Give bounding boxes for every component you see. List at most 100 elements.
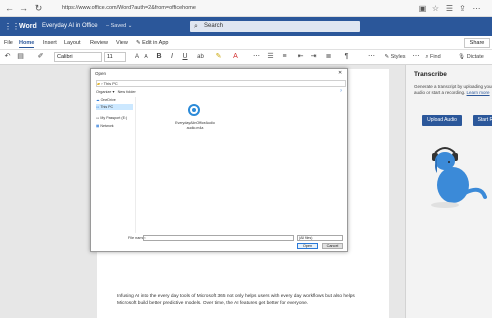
search-placeholder: Search	[204, 23, 224, 29]
increase-indent-icon[interactable]: ⇥	[309, 52, 318, 62]
sidebar-label: My Passport (E:)	[100, 116, 128, 120]
tab-review[interactable]: Review	[90, 39, 108, 47]
sidebar-label: OneDrive	[100, 98, 116, 102]
tab-file[interactable]: File	[4, 39, 13, 47]
font-size-select[interactable]: 11	[104, 52, 126, 62]
app-name[interactable]: Word	[19, 21, 37, 32]
microphone-icon: 🎙	[458, 54, 467, 60]
audio-file-icon[interactable]	[188, 104, 200, 116]
format-painter-icon[interactable]: ✐	[36, 52, 45, 62]
bullets-icon[interactable]: ☰	[266, 52, 275, 62]
sidebar-item-onedrive[interactable]: ☁ OneDrive	[96, 97, 133, 103]
more-formatting-icon[interactable]: ⋯	[252, 52, 261, 62]
file-name: EverydayAIinOfficeAudio	[175, 121, 215, 125]
font-family-select[interactable]: Calibri	[54, 52, 102, 62]
chevron-down-icon[interactable]: ⌄	[128, 23, 133, 29]
dialog-toolbar: Organize ▾ New folder ?	[96, 89, 346, 95]
hub-icon[interactable]: ☰	[444, 3, 455, 14]
word-header: ⋮⋮ Word Everyday AI in Office – Saved ⌄ …	[0, 17, 492, 36]
help-icon[interactable]: ?	[340, 89, 342, 93]
align-icon[interactable]: ≣	[324, 52, 333, 62]
tab-home[interactable]: Home	[19, 39, 35, 48]
grow-font-icon[interactable]: A	[133, 52, 141, 62]
forward-icon[interactable]: →	[18, 3, 29, 14]
learn-more-link[interactable]: Learn more	[467, 90, 490, 95]
ribbon-toolbar: ↶ ▤ ✐ Calibri 11 A A B I U ab ✎ A ⋯ ☰ ≡ …	[0, 50, 492, 65]
sidebar-item-this-pc[interactable]: ▭ This PC	[96, 104, 133, 110]
browser-toolbar: ← → ↻ https://www.office.com/Word?auth=2…	[0, 0, 492, 17]
filetype-select[interactable]: (All files)	[297, 235, 343, 241]
organize-label: Organize	[96, 90, 112, 94]
italic-icon[interactable]: I	[168, 52, 176, 62]
app-launcher-icon[interactable]: ⋮⋮	[4, 21, 20, 32]
start-recording-button[interactable]: Start Rec	[473, 115, 492, 126]
paste-icon[interactable]: ▤	[16, 52, 25, 62]
dictate-label: Dictate	[466, 54, 484, 60]
dog-headphones-illustration	[431, 147, 487, 208]
bold-icon[interactable]: B	[155, 52, 163, 62]
edit-in-app-label: Edit in App	[142, 40, 169, 46]
decrease-indent-icon[interactable]: ⇤	[296, 52, 305, 62]
paragraph-icon[interactable]: ¶	[342, 52, 351, 62]
cloud-icon: ☁	[96, 98, 100, 102]
tab-insert[interactable]: Insert	[43, 39, 57, 47]
filename-input[interactable]	[143, 235, 294, 241]
styles-label: Styles	[390, 54, 406, 60]
transcribe-pane: Transcribe Generate a transcript by uplo…	[405, 65, 492, 318]
tab-view[interactable]: View	[116, 39, 128, 47]
address-chevron-icon: ›	[101, 81, 103, 86]
file-extension: audio.m4a	[186, 125, 204, 130]
strikethrough-icon[interactable]: ab	[196, 52, 205, 62]
underline-icon[interactable]: U	[181, 52, 189, 62]
sidebar-item-my-passport[interactable]: ▭ My Passport (E:)	[96, 115, 133, 121]
sidebar-item-network[interactable]: ▦ Network	[96, 123, 133, 129]
open-button[interactable]: Open	[297, 243, 318, 249]
highlight-icon[interactable]: ✎	[214, 52, 223, 62]
shrink-font-icon[interactable]: A	[142, 52, 150, 62]
document-title[interactable]: Everyday AI in Office	[42, 22, 98, 31]
network-icon: ▦	[96, 124, 100, 128]
save-status-text: Saved	[110, 23, 127, 29]
drive-icon: ▭	[96, 116, 100, 120]
upload-audio-button[interactable]: Upload Audio	[422, 115, 462, 126]
open-file-dialog: Open ✕ ▰ › This PC Organize ▾ New folder…	[90, 68, 348, 252]
more-icon[interactable]: ⋯	[471, 3, 482, 14]
share-button[interactable]: Share	[464, 38, 490, 48]
font-color-icon[interactable]: A	[231, 52, 240, 62]
search-icon: ⌕	[194, 23, 198, 30]
document-body-text[interactable]: Infusing AI into the every day tools of …	[117, 294, 373, 308]
save-status: – Saved ⌄	[106, 22, 132, 31]
sidebar-label: This PC	[100, 105, 114, 109]
search-input[interactable]: ⌕ Search	[190, 21, 360, 32]
navigation-pane: ☁ OneDrive ▭ This PC ▭ My Passport (E:) …	[96, 97, 133, 233]
share-icon[interactable]: ⇪	[457, 3, 468, 14]
edit-in-app-button[interactable]: ✎ Edit in App	[136, 39, 168, 47]
address-bar[interactable]: https://www.office.com/Word?auth=2&from=…	[60, 3, 405, 14]
cancel-button[interactable]: Cancel	[322, 243, 343, 249]
refresh-icon[interactable]: ↻	[33, 3, 44, 14]
file-list: EverydayAIinOfficeAudio audio.m4a	[135, 97, 346, 233]
close-icon[interactable]: ✕	[338, 70, 342, 76]
organize-button[interactable]: Organize ▾	[96, 90, 114, 94]
new-folder-button[interactable]: New folder	[118, 90, 136, 94]
back-icon[interactable]: ←	[4, 3, 15, 14]
styles-button[interactable]: ✎ Styles	[380, 52, 410, 62]
reading-view-icon[interactable]: ▣	[417, 3, 428, 14]
sidebar-label: Network	[100, 124, 114, 128]
tab-layout[interactable]: Layout	[64, 39, 81, 47]
find-button[interactable]: ⌕ Find	[419, 52, 447, 62]
address-field[interactable]: ▰ › This PC	[96, 80, 346, 87]
more-paragraph-icon[interactable]: ⋯	[367, 52, 376, 62]
dictate-button[interactable]: 🎙 Dictate	[452, 52, 490, 62]
find-label: Find	[429, 54, 441, 60]
folder-icon: ▰	[97, 81, 101, 86]
file-item-label[interactable]: EverydayAIinOfficeAudio audio.m4a	[174, 121, 216, 130]
numbering-icon[interactable]: ≡	[280, 52, 289, 62]
dialog-title: Open	[95, 71, 107, 76]
undo-icon[interactable]: ↶	[3, 52, 12, 62]
pane-title: Transcribe	[414, 71, 447, 78]
favorite-icon[interactable]: ☆	[430, 3, 441, 14]
pane-description: Generate a transcript by uploading your …	[414, 84, 492, 96]
address-text: This PC	[103, 81, 118, 86]
computer-icon: ▭	[96, 105, 100, 109]
